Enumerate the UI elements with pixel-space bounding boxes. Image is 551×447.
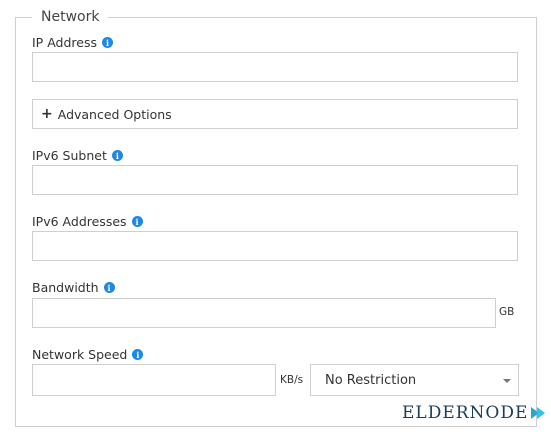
info-icon[interactable]: i: [101, 37, 113, 48]
bandwidth-input[interactable]: [32, 298, 496, 328]
bandwidth-label: Bandwidth i: [32, 280, 115, 295]
eldernode-logo: ELDERNODE: [402, 403, 551, 423]
info-icon[interactable]: i: [131, 216, 143, 227]
plus-icon: +: [41, 106, 53, 122]
ip-address-input[interactable]: [32, 52, 518, 82]
logo-text: ELDERNODE: [402, 403, 529, 423]
bandwidth-unit: GB: [499, 306, 515, 318]
ipv6-addresses-input[interactable]: [32, 231, 518, 261]
info-icon[interactable]: i: [132, 349, 144, 360]
ipv6-subnet-label-text: IPv6 Subnet: [32, 148, 107, 163]
select-value: No Restriction: [325, 372, 417, 388]
ipv6-subnet-label: IPv6 Subnet i: [32, 148, 123, 163]
network-speed-input[interactable]: [32, 364, 276, 396]
network-speed-restriction-select[interactable]: No Restriction: [310, 364, 519, 396]
info-icon[interactable]: i: [111, 150, 123, 161]
ipv6-addresses-label: IPv6 Addresses i: [32, 214, 143, 229]
network-speed-label: Network Speed i: [32, 347, 144, 362]
ip-address-label-text: IP Address: [32, 35, 97, 50]
fieldset-legend: Network: [32, 9, 109, 25]
ipv6-addresses-label-text: IPv6 Addresses: [32, 214, 127, 229]
bandwidth-label-text: Bandwidth: [32, 280, 99, 295]
advanced-options-label: Advanced Options: [57, 106, 172, 122]
network-speed-label-text: Network Speed: [32, 347, 128, 362]
info-icon[interactable]: i: [103, 282, 115, 293]
advanced-options-button[interactable]: + Advanced Options: [32, 99, 518, 129]
logo-arrows-icon: [531, 407, 546, 419]
ip-address-label: IP Address i: [32, 35, 113, 50]
ipv6-subnet-input[interactable]: [32, 165, 518, 195]
chevron-down-icon: [503, 379, 511, 383]
network-speed-unit: KB/s: [280, 374, 304, 386]
